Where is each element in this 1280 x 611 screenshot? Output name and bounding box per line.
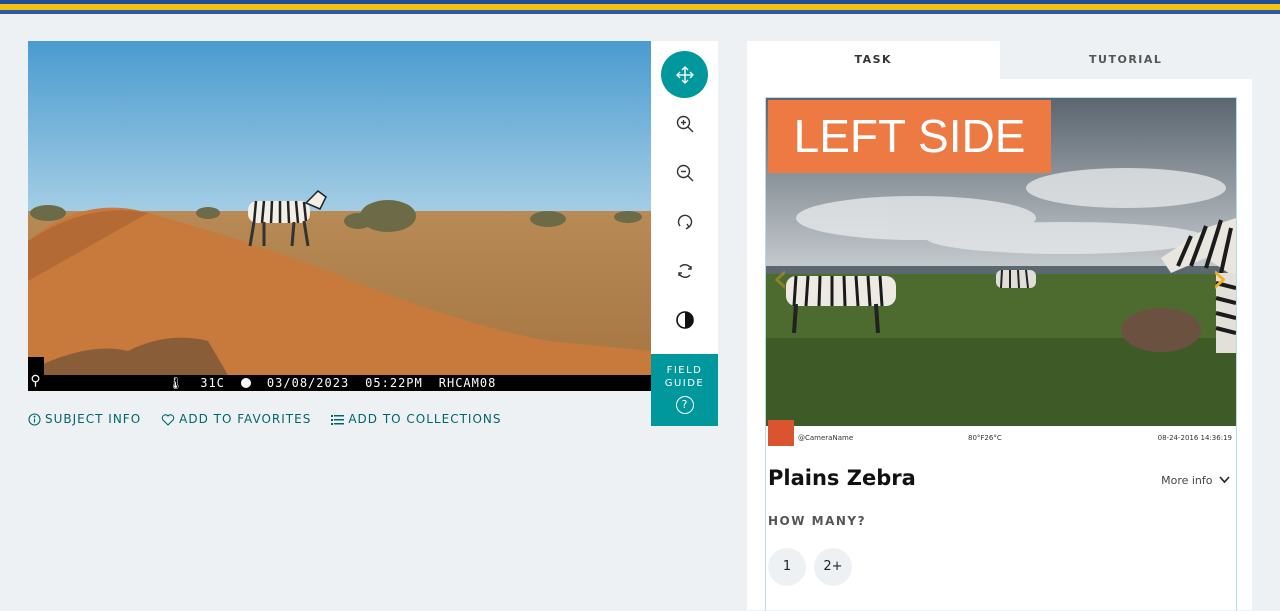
count-option-1[interactable]: 1: [768, 548, 806, 586]
example-temperature: 80°F26°C: [968, 434, 1002, 442]
camera-brand-icon: ⚲: [28, 357, 44, 391]
add-to-collections-link[interactable]: ADD TO COLLECTIONS: [331, 412, 501, 426]
thermometer-icon: 🌡: [168, 376, 185, 390]
bushnell-logo-icon: [768, 420, 794, 446]
count-option-2-plus[interactable]: 2+: [814, 548, 852, 586]
next-image-arrow-icon[interactable]: ›: [1211, 253, 1228, 302]
tab-tutorial[interactable]: TUTORIAL: [999, 41, 1252, 79]
how-many-label: HOW MANY?: [768, 514, 867, 528]
rotate-button[interactable]: [661, 198, 708, 245]
more-info-toggle[interactable]: More info: [1161, 474, 1230, 487]
info-icon: [28, 412, 41, 426]
species-example-image: LEFT SIDE ‹ › @CameraName 80°F26°C 08-24…: [766, 98, 1236, 448]
camera-id: RHCAM08: [438, 376, 497, 390]
more-info-label: More info: [1161, 474, 1213, 487]
reset-button[interactable]: [661, 247, 708, 294]
subject-info-link[interactable]: SUBJECT INFO: [28, 412, 141, 426]
example-camera-name: @CameraName: [798, 434, 854, 442]
species-card: LEFT SIDE ‹ › @CameraName 80°F26°C 08-24…: [765, 97, 1237, 611]
camera-time: 05:22PM: [365, 376, 423, 390]
example-datetime: 08-24-2016 14:36:19: [1157, 434, 1232, 442]
species-name: Plains Zebra: [768, 466, 916, 490]
rotate-icon: [677, 214, 692, 230]
tab-task[interactable]: TASK: [747, 41, 1000, 79]
panel-tabs: TASK TUTORIAL: [747, 41, 1252, 79]
camera-overlay: ⚲ 🌡 31C 03/08/2023 05:22PM RHCAM08: [28, 357, 651, 391]
reset-icon: [677, 263, 692, 278]
add-to-favorites-link[interactable]: ADD TO FAVORITES: [161, 412, 311, 426]
help-icon: ?: [675, 396, 694, 414]
move-icon: [675, 65, 694, 84]
move-button[interactable]: [661, 51, 708, 98]
field-guide-label: FIELD GUIDE: [664, 365, 705, 389]
add-to-collections-label: ADD TO COLLECTIONS: [348, 412, 502, 426]
subject-image[interactable]: ⚲ 🌡 31C 03/08/2023 05:22PM RHCAM08: [28, 41, 651, 391]
image-toolbar: FIELD GUIDE ?: [651, 41, 718, 426]
field-guide-button[interactable]: FIELD GUIDE ?: [651, 354, 718, 426]
zoom-out-icon: [676, 164, 693, 181]
subject-info-label: SUBJECT INFO: [45, 412, 142, 426]
example-image-strip: @CameraName 80°F26°C 08-24-2016 14:36:19: [766, 420, 1236, 448]
heart-icon: [161, 413, 175, 426]
camera-temperature: 31C: [200, 376, 225, 390]
zoom-in-button[interactable]: [661, 100, 708, 147]
zoom-out-button[interactable]: [661, 149, 708, 196]
zoom-in-icon: [676, 115, 693, 132]
add-to-favorites-label: ADD TO FAVORITES: [179, 412, 312, 426]
invert-icon: [675, 310, 694, 329]
top-stripe: [0, 0, 1280, 14]
subject-meta-links: SUBJECT INFO ADD TO FAVORITES ADD TO COL…: [28, 412, 502, 426]
invert-button[interactable]: [661, 296, 708, 343]
side-banner: LEFT SIDE: [768, 100, 1051, 173]
camera-date: 03/08/2023: [266, 376, 350, 390]
previous-image-arrow-icon[interactable]: ‹: [772, 253, 789, 302]
list-icon: [331, 414, 345, 425]
classifier-panel: TASK TUTORIAL LEFT SIDE ‹ › @CameraName …: [747, 41, 1252, 611]
chevron-down-icon: [1219, 476, 1230, 484]
moon-phase-icon: [240, 378, 251, 388]
